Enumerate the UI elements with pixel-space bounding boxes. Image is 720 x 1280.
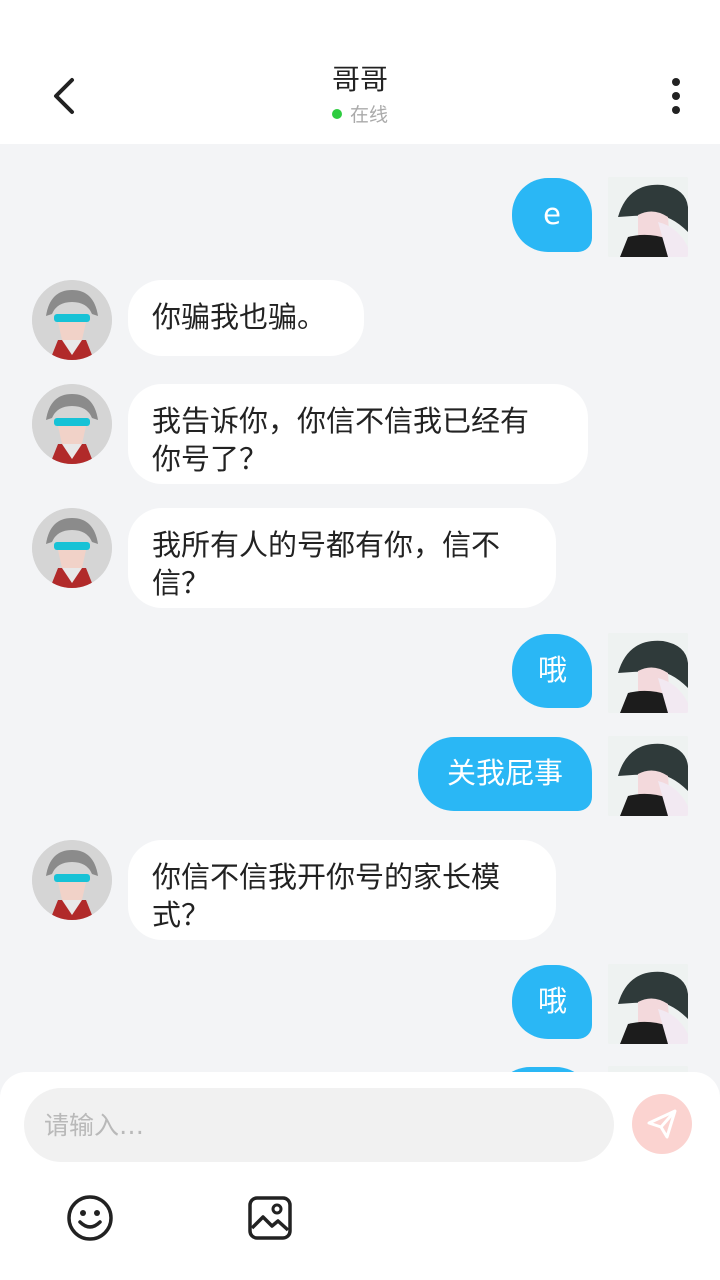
message-bubble-outgoing[interactable]: e: [512, 178, 592, 252]
contact-name: 哥哥: [331, 63, 388, 96]
message-bubble-incoming[interactable]: 你信不信我开你号的家长模 式？: [128, 840, 556, 940]
message-bubble-outgoing[interactable]: 哦: [512, 965, 592, 1039]
send-button[interactable]: [632, 1094, 692, 1154]
message-list[interactable]: e 你骗我也骗。 我告诉你，你信不信我已经有 你号了？ 我所有人的号都有你，信不…: [0, 144, 720, 1080]
avatar: [32, 280, 112, 360]
avatar: [32, 508, 112, 588]
avatar: [608, 964, 688, 1044]
message-input[interactable]: [24, 1088, 614, 1162]
contact-avatar[interactable]: [32, 384, 112, 464]
my-avatar[interactable]: [608, 964, 688, 1044]
composer: [0, 1072, 720, 1280]
online-status-label: 在线: [349, 104, 388, 126]
online-status: 在线: [0, 100, 720, 127]
message-text: 哦: [538, 984, 568, 1018]
my-avatar[interactable]: [608, 633, 688, 713]
message-text-line: 我告诉你，你信不信我已经有: [152, 404, 530, 438]
my-avatar[interactable]: [608, 736, 688, 816]
avatar: [608, 633, 688, 713]
avatar: [608, 177, 688, 257]
more-vertical-icon: [672, 78, 680, 114]
message-text: 你骗我也骗。: [152, 300, 327, 334]
message-text-line: 你号了？: [152, 442, 269, 476]
avatar: [608, 736, 688, 816]
message-bubble-incoming[interactable]: 我所有人的号都有你，信不 信？: [128, 508, 556, 608]
message-text: 关我屁事: [446, 756, 563, 790]
message-text: 哦: [538, 653, 568, 687]
emoji-icon: [67, 1195, 113, 1241]
my-avatar[interactable]: [608, 177, 688, 257]
message-bubble-outgoing[interactable]: 关我屁事: [418, 737, 592, 811]
message-text-line: 信？: [152, 566, 211, 600]
image-button[interactable]: [242, 1190, 298, 1246]
avatar: [32, 840, 112, 920]
online-dot-icon: [331, 108, 342, 119]
more-options-button[interactable]: [652, 72, 700, 120]
contact-info: 哥哥 在线: [0, 62, 720, 127]
message-bubble-outgoing[interactable]: 哦: [512, 634, 592, 708]
message-bubble-incoming[interactable]: 我告诉你，你信不信我已经有 你号了？: [128, 384, 588, 484]
contact-avatar[interactable]: [32, 280, 112, 360]
message-text: e: [543, 197, 561, 231]
emoji-button[interactable]: [62, 1190, 118, 1246]
avatar: [32, 384, 112, 464]
image-icon: [248, 1196, 292, 1240]
send-icon: [647, 1109, 677, 1139]
message-text-line: 式？: [152, 898, 211, 932]
contact-avatar[interactable]: [32, 840, 112, 920]
message-text-line: 你信不信我开你号的家长模: [152, 860, 501, 894]
message-text-line: 我所有人的号都有你，信不: [152, 528, 501, 562]
contact-avatar[interactable]: [32, 508, 112, 588]
message-bubble-incoming[interactable]: 你骗我也骗。: [128, 280, 364, 356]
chat-header: 哥哥 在线: [0, 0, 720, 144]
